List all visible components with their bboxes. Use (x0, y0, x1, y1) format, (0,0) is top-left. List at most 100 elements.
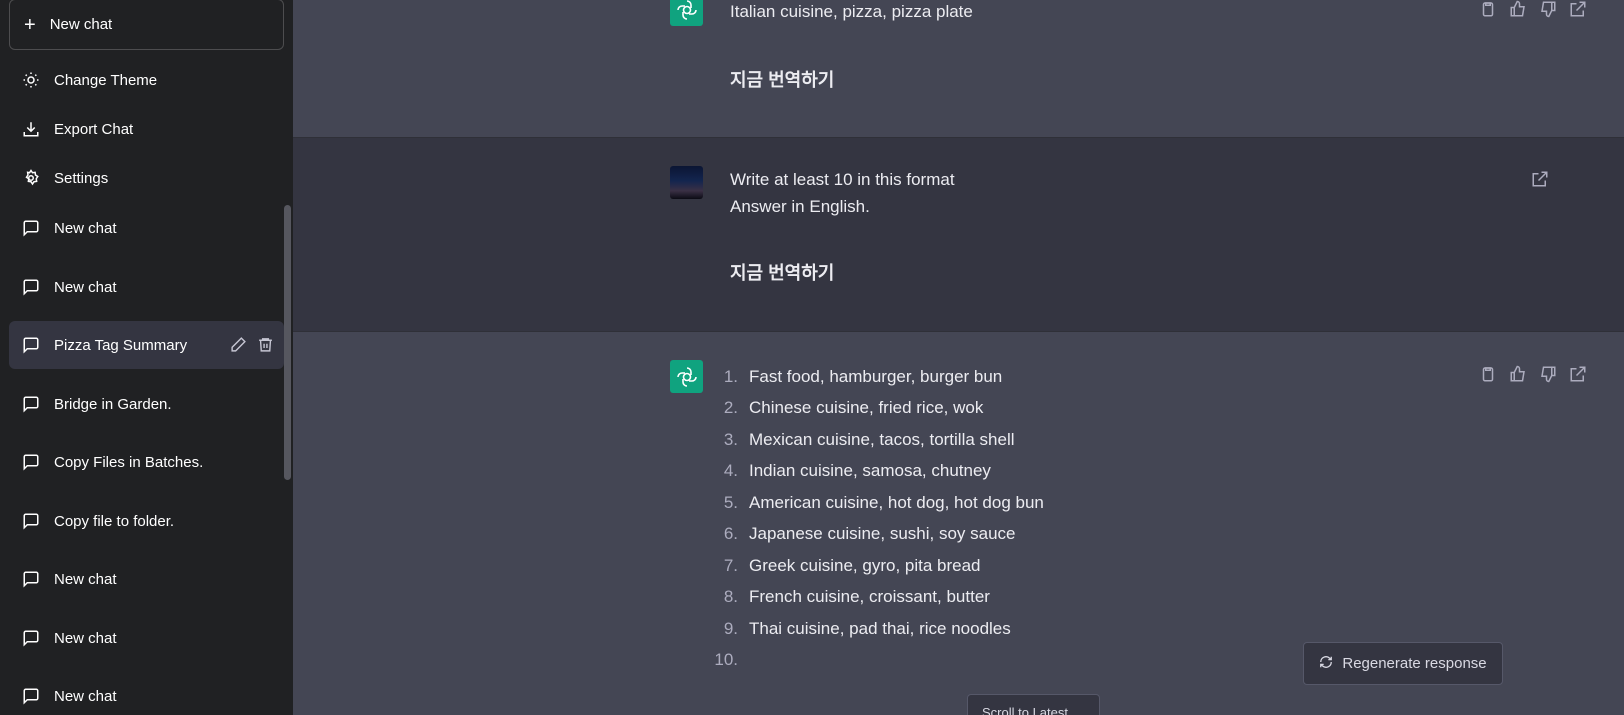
change-theme-label: Change Theme (54, 71, 158, 89)
gpt-avatar (670, 0, 703, 26)
new-chat-button[interactable]: + New chat (9, 0, 284, 50)
scroll-to-latest-button[interactable]: Scroll to Latest (967, 694, 1100, 715)
chat-item-label: New chat (54, 219, 117, 237)
list-item: 3. Mexican cuisine, tacos, tortilla shell (713, 424, 1044, 456)
thumbs-down-icon[interactable] (1539, 0, 1557, 18)
sidebar-scrollbar[interactable] (284, 205, 291, 480)
clipboard-icon[interactable] (1479, 365, 1497, 383)
list-text: Japanese cuisine, sushi, soy sauce (749, 524, 1016, 544)
chat-item[interactable]: New chat (9, 263, 284, 311)
list-number: 10. (714, 650, 738, 670)
external-link-icon[interactable] (1569, 365, 1587, 383)
chat-item[interactable]: Copy file to folder. (9, 497, 284, 545)
message-actions (1479, 365, 1587, 383)
chat-item[interactable]: New chat (9, 204, 284, 252)
thumbs-down-icon[interactable] (1539, 365, 1557, 383)
list-text: Mexican cuisine, tacos, tortilla shell (749, 429, 1015, 449)
chat-item[interactable]: New chat (9, 555, 284, 603)
thumbs-up-icon[interactable] (1509, 0, 1527, 18)
list-text: French cuisine, croissant, butter (749, 587, 990, 607)
gpt-avatar (670, 360, 703, 393)
list-number: 6. (723, 524, 738, 544)
list-text: Chinese cuisine, fried rice, wok (749, 398, 984, 418)
translate-now-link[interactable]: 지금 번역하기 (730, 66, 834, 92)
conversation-panel: Italian cuisine, pizza, pizza plate 지금 번… (293, 0, 1624, 715)
chat-item-label: New chat (54, 278, 117, 296)
list-text: Indian cuisine, samosa, chutney (749, 461, 991, 481)
list-text: American cuisine, hot dog, hot dog bun (749, 492, 1044, 512)
chat-item-label: Pizza Tag Summary (54, 336, 188, 354)
chat-item-label: New chat (54, 570, 117, 588)
sidebar: + New chat Change Theme Export Chat Sett… (0, 0, 293, 715)
list-item: 9. Thai cuisine, pad thai, rice noodles (713, 613, 1044, 645)
chat-item-label: Copy Files in Batches. (54, 453, 204, 471)
gear-icon (22, 169, 40, 187)
chat-item-label: New chat (54, 687, 117, 705)
chat-bubble-icon (22, 570, 40, 588)
message-text: Answer in English. (730, 197, 870, 216)
message-actions (1531, 170, 1549, 188)
list-number: 5. (723, 492, 738, 512)
chat-item[interactable]: Copy Files in Batches. (9, 438, 284, 486)
message-text: Italian cuisine, pizza, pizza plate (730, 2, 973, 21)
chat-bubble-icon (22, 278, 40, 296)
message-actions (1479, 0, 1587, 18)
scroll-latest-label: Scroll to Latest (982, 705, 1068, 715)
regenerate-response-button[interactable]: Regenerate response (1303, 642, 1503, 685)
download-icon (22, 120, 40, 138)
openai-logo-icon (676, 366, 697, 387)
chat-bubble-icon (22, 453, 40, 471)
settings-button[interactable]: Settings (9, 154, 284, 202)
chat-bubble-icon (22, 219, 40, 237)
list-number: 1. (723, 366, 738, 386)
list-number: 4. (723, 461, 738, 481)
list-text: Fast food, hamburger, burger bun (749, 366, 1003, 386)
chat-item[interactable]: Bridge in Garden. (9, 380, 284, 428)
openai-logo-icon (676, 0, 697, 20)
message-text: Write at least 10 in this format (730, 170, 955, 189)
user-avatar (670, 166, 703, 199)
list-item: 2. Chinese cuisine, fried rice, wok (713, 393, 1044, 425)
list-item: 6. Japanese cuisine, sushi, soy sauce (713, 519, 1044, 551)
list-item: 8. French cuisine, croissant, butter (713, 582, 1044, 614)
chat-item-label: New chat (54, 629, 117, 647)
change-theme-button[interactable]: Change Theme (9, 56, 284, 104)
trash-icon[interactable] (257, 336, 274, 357)
list-number: 9. (723, 618, 738, 638)
chat-bubble-icon (22, 512, 40, 530)
response-list: 1. Fast food, hamburger, burger bun 2. Chi… (713, 361, 1044, 676)
chat-item-label: Copy file to folder. (54, 512, 175, 530)
list-number: 2. (723, 398, 738, 418)
list-text: Greek cuisine, gyro, pita bread (749, 555, 981, 575)
translate-now-link[interactable]: 지금 번역하기 (730, 259, 834, 285)
plus-icon: + (24, 13, 36, 36)
external-link-icon[interactable] (1569, 0, 1587, 18)
assistant-message: Italian cuisine, pizza, pizza plate 지금 번… (293, 0, 1624, 137)
chat-item[interactable]: New chat (9, 614, 284, 662)
user-message: Write at least 10 in this format Answer … (293, 138, 1624, 331)
external-link-icon[interactable] (1531, 170, 1549, 188)
list-item: 7. Greek cuisine, gyro, pita bread (713, 550, 1044, 582)
thumbs-up-icon[interactable] (1509, 365, 1527, 383)
list-number: 7. (723, 555, 738, 575)
export-chat-button[interactable]: Export Chat (9, 105, 284, 153)
chat-bubble-icon (22, 395, 40, 413)
sun-icon (22, 71, 40, 89)
list-item: 5. American cuisine, hot dog, hot dog bun (713, 487, 1044, 519)
refresh-icon (1319, 655, 1333, 673)
list-number: 8. (723, 587, 738, 607)
chat-bubble-icon (22, 629, 40, 647)
chat-item[interactable]: New chat (9, 672, 284, 715)
chat-item-label: Bridge in Garden. (54, 395, 172, 413)
list-text: Thai cuisine, pad thai, rice noodles (749, 618, 1011, 638)
chat-item-active[interactable]: Pizza Tag Summary (9, 321, 284, 369)
clipboard-icon[interactable] (1479, 0, 1497, 18)
list-item: 10. (713, 645, 1044, 677)
list-item: 1. Fast food, hamburger, burger bun (713, 361, 1044, 393)
list-item: 4. Indian cuisine, samosa, chutney (713, 456, 1044, 488)
settings-label: Settings (54, 169, 109, 187)
edit-icon[interactable] (230, 336, 247, 357)
regenerate-label: Regenerate response (1342, 655, 1487, 672)
chat-bubble-icon (22, 687, 40, 705)
export-chat-label: Export Chat (54, 120, 134, 138)
